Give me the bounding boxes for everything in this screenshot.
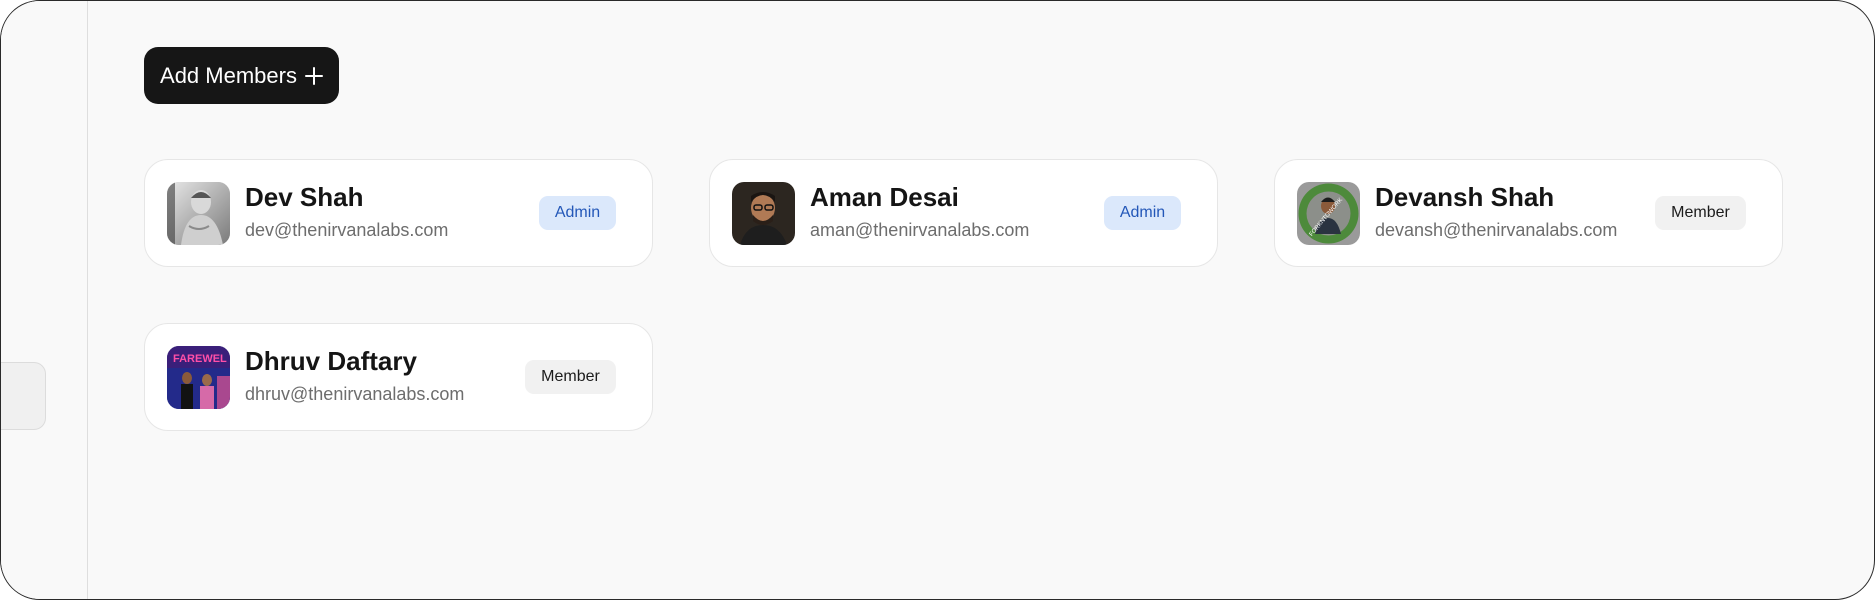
member-name: Devansh Shah	[1375, 182, 1555, 212]
avatar-banner-text: FAREWEL	[173, 353, 227, 365]
sidebar-collapse-handle[interactable]	[1, 362, 46, 430]
app-window: Add Members Dev Shah dev@thenirvanalabs.…	[0, 0, 1875, 600]
avatar: FAREWEL	[167, 346, 230, 409]
role-badge[interactable]: Admin	[539, 196, 616, 230]
member-card[interactable]: Aman Desai aman@thenirvanalabs.com Admin	[709, 159, 1218, 267]
avatar: FORKNTOWORK	[1297, 182, 1360, 245]
role-badge[interactable]: Admin	[1104, 196, 1181, 230]
member-email: dev@thenirvanalabs.com	[245, 220, 449, 240]
member-email: aman@thenirvanalabs.com	[810, 220, 1030, 240]
add-members-button[interactable]: Add Members	[144, 47, 339, 104]
member-card[interactable]: FAREWEL Dhruv Daftary dhruv@thenirvanala…	[144, 323, 653, 431]
member-card[interactable]: Dev Shah dev@thenirvanalabs.com Admin	[144, 159, 653, 267]
avatar	[167, 182, 230, 245]
add-members-label: Add Members	[160, 62, 297, 88]
sidebar	[1, 1, 88, 599]
member-email: dhruv@thenirvanalabs.com	[245, 384, 465, 404]
avatar	[732, 182, 795, 245]
member-card[interactable]: FORKNTOWORK Devansh Shah devansh@thenirv…	[1274, 159, 1783, 267]
plus-icon	[304, 66, 323, 85]
role-badge[interactable]: Member	[1655, 196, 1746, 230]
member-name: Aman Desai	[810, 182, 959, 212]
member-name: Dhruv Daftary	[245, 346, 417, 376]
member-email: devansh@thenirvanalabs.com	[1375, 220, 1618, 240]
role-badge[interactable]: Member	[525, 360, 616, 394]
member-name: Dev Shah	[245, 182, 364, 212]
